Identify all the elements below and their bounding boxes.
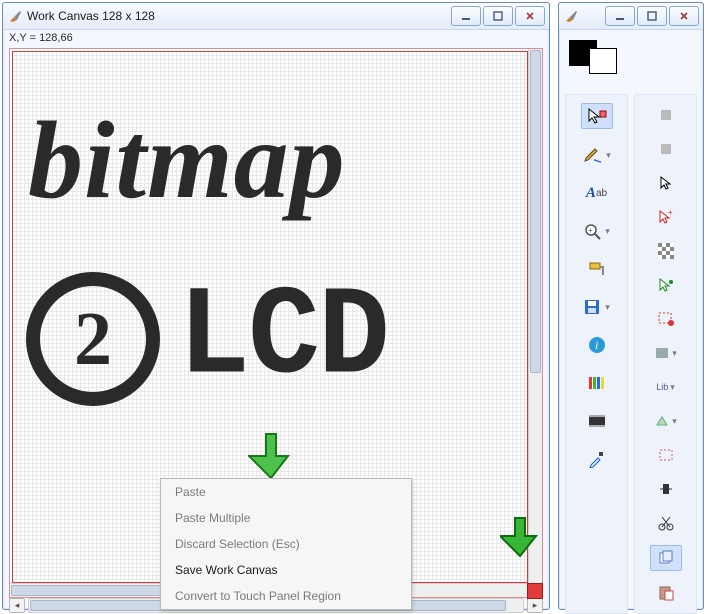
select-region-tool[interactable] xyxy=(651,307,681,331)
cursor-tool[interactable] xyxy=(651,171,681,195)
color-bars-tool[interactable] xyxy=(582,371,612,395)
toolbox-window: ▾ Aab +▾ ▾ i + ▾ Lib▾ ▾ xyxy=(558,2,704,610)
insert-tool[interactable] xyxy=(651,477,681,501)
canvas-text-lcd: LCD xyxy=(178,268,388,411)
text-tool[interactable]: Aab xyxy=(582,181,612,205)
cursor-plus-tool[interactable]: + xyxy=(651,205,681,229)
zoom-tool[interactable]: +▾ xyxy=(582,219,612,243)
menu-item-convert-touch[interactable]: Convert to Touch Panel Region xyxy=(161,583,411,609)
vertical-scroll-thumb[interactable] xyxy=(530,50,541,373)
toolbox-maximize-button[interactable] xyxy=(637,6,667,26)
cut-tool[interactable] xyxy=(651,511,681,535)
close-button[interactable] xyxy=(515,6,545,26)
window-title: Work Canvas 128 x 128 xyxy=(27,9,447,23)
menu-item-paste-multiple[interactable]: Paste Multiple xyxy=(161,505,411,531)
menu-item-save-work-canvas[interactable]: Save Work Canvas xyxy=(161,557,411,583)
shape-tool[interactable]: ▾ xyxy=(651,409,681,433)
color-swatches xyxy=(569,40,703,74)
app-brush-icon xyxy=(563,8,579,24)
save-tool[interactable]: ▾ xyxy=(582,295,612,319)
copy-tool[interactable] xyxy=(650,545,682,571)
film-tool[interactable] xyxy=(582,409,612,433)
svg-text:+: + xyxy=(668,209,673,217)
minimize-button[interactable] xyxy=(451,6,481,26)
paint-tool[interactable] xyxy=(582,257,612,281)
app-brush-icon xyxy=(7,8,23,24)
canvas-text-bitmap: bitmap xyxy=(28,97,346,224)
lib-label: Lib xyxy=(656,382,668,392)
menu-item-discard-selection[interactable]: Discard Selection (Esc) xyxy=(161,531,411,557)
marquee-tool[interactable] xyxy=(651,443,681,467)
lib-tool[interactable]: Lib▾ xyxy=(651,375,681,399)
cursor-coordinates: X,Y = 128,66 xyxy=(3,30,549,48)
fill-tool[interactable]: ▾ xyxy=(651,341,681,365)
toolbox-close-button[interactable] xyxy=(669,6,699,26)
scroll-right-button[interactable]: ▸ xyxy=(527,598,543,613)
tool-column-left: ▾ Aab +▾ ▾ i xyxy=(565,94,628,614)
canvas-lcd-row: 2 LCD xyxy=(26,271,388,407)
maximize-button[interactable] xyxy=(483,6,513,26)
vertical-scrollbar[interactable] xyxy=(528,49,542,584)
scroll-left-button[interactable]: ◂ xyxy=(9,598,25,613)
canvas-resize-handle[interactable] xyxy=(527,583,543,599)
work-canvas-titlebar[interactable]: Work Canvas 128 x 128 xyxy=(3,3,549,30)
tool-r2[interactable] xyxy=(651,137,681,161)
toolbox-titlebar[interactable] xyxy=(559,3,703,30)
toolbox-minimize-button[interactable] xyxy=(605,6,635,26)
canvas-context-menu: Paste Paste Multiple Discard Selection (… xyxy=(160,478,412,610)
svg-text:i: i xyxy=(595,338,598,352)
menu-item-paste[interactable]: Paste xyxy=(161,479,411,505)
eyedropper-tool[interactable] xyxy=(582,447,612,471)
canvas-circle-digit: 2 xyxy=(26,272,160,406)
tool-r1[interactable] xyxy=(651,103,681,127)
info-tool[interactable]: i xyxy=(582,333,612,357)
pencil-tool[interactable]: ▾ xyxy=(582,143,612,167)
paste-tool[interactable] xyxy=(651,581,681,605)
background-color-swatch[interactable] xyxy=(589,48,617,74)
dither-tool[interactable] xyxy=(651,239,681,263)
select-move-tool[interactable] xyxy=(581,103,613,129)
cursor-green-tool[interactable] xyxy=(651,273,681,297)
svg-text:+: + xyxy=(588,226,593,235)
tool-column-right: + ▾ Lib▾ ▾ xyxy=(634,94,697,614)
